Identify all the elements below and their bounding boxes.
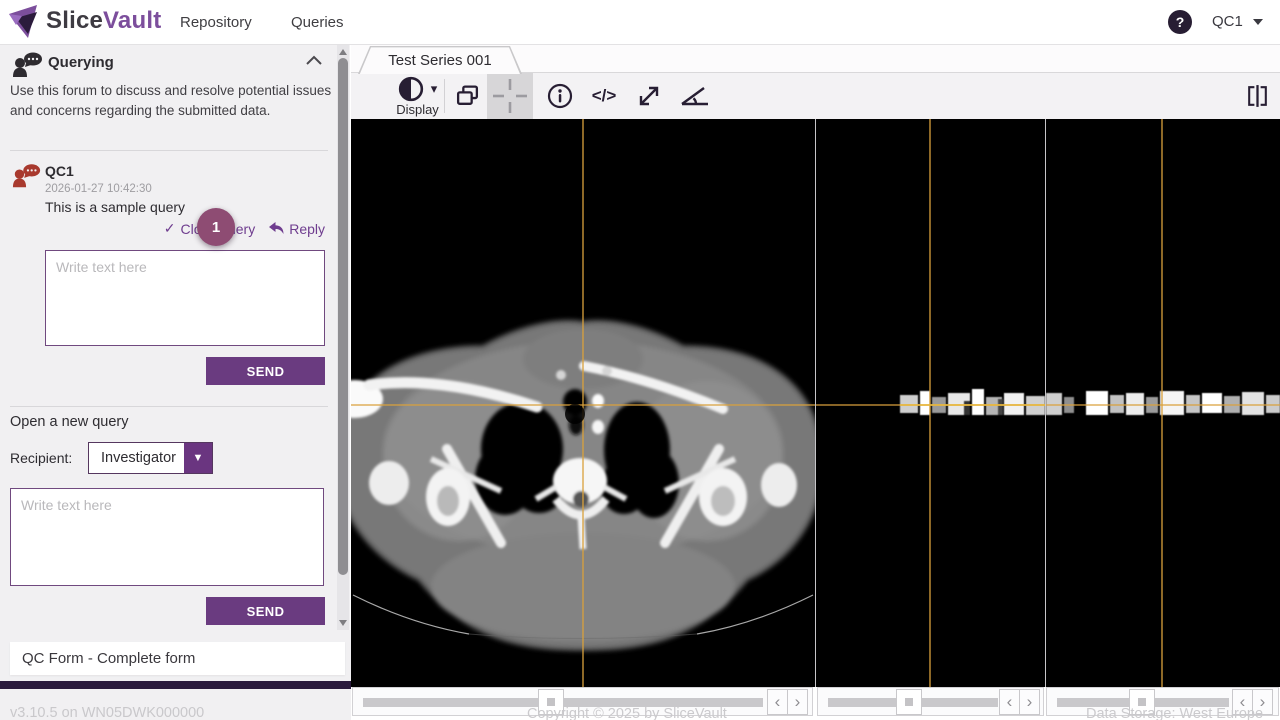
reply-link[interactable]: Reply <box>269 221 325 237</box>
help-icon[interactable]: ? <box>1168 10 1192 34</box>
code-icon: </> <box>591 86 617 105</box>
slicevault-logo-icon <box>9 5 37 38</box>
annotation-badge: 1 <box>197 208 235 246</box>
select-caret-icon: ▼ <box>184 443 212 473</box>
brand-title: SliceVault <box>46 7 161 35</box>
chevron-down-icon <box>1252 18 1263 25</box>
reply-arrow-icon <box>269 222 284 234</box>
recipient-label: Recipient: <box>10 450 73 466</box>
tab-test-series[interactable]: Test Series 001 <box>358 46 522 74</box>
angle-icon <box>681 87 708 106</box>
slider-prev-button[interactable]: ‹ <box>999 689 1020 715</box>
ct-axial-viewport[interactable] <box>351 119 815 687</box>
coronal-slice-slider: ‹ › <box>817 687 1044 716</box>
stack-layers-button[interactable] <box>448 73 487 119</box>
tab-label: Test Series 001 <box>359 47 520 74</box>
message-text: This is a sample query <box>45 199 186 215</box>
panel-divider <box>1045 119 1046 687</box>
info-button[interactable] <box>537 73 582 119</box>
info-icon <box>547 83 572 109</box>
mpr-coronal-viewport[interactable] <box>816 119 1045 687</box>
nav-repository[interactable]: Repository <box>180 14 252 31</box>
query-message-icon <box>12 164 41 188</box>
message-author: QC1 <box>45 163 74 179</box>
querying-sidebar: Querying Use this forum to discuss and r… <box>0 45 350 630</box>
brand-part1: Slice <box>46 7 104 34</box>
recipient-select[interactable]: Investigator ▼ <box>88 442 213 474</box>
display-label: Display <box>396 102 439 117</box>
code-button[interactable]: </> <box>582 73 626 119</box>
brand-part2: Vault <box>103 7 162 34</box>
new-query-heading: Open a new query <box>10 414 129 430</box>
panel-divider <box>815 119 816 687</box>
contrast-icon <box>398 76 423 102</box>
resize-button[interactable] <box>626 73 672 119</box>
reply-label: Reply <box>289 220 325 237</box>
reply-textarea[interactable] <box>45 250 325 346</box>
sidebar-scrollbar[interactable] <box>337 45 349 630</box>
split-view-button[interactable] <box>1234 73 1280 119</box>
copyright-text: Copyright © 2025 by SliceVault <box>527 706 727 720</box>
slicevault-app: SliceVault Repository Queries ? QC1 Quer… <box>0 0 1280 720</box>
toolbar-separator <box>444 79 445 113</box>
viewer-toolbar: ▾ Display </> <box>351 73 1280 119</box>
top-navbar: SliceVault Repository Queries ? QC1 <box>0 0 1280 45</box>
layers-icon <box>456 84 479 105</box>
scrollbar-thumb[interactable] <box>338 58 348 575</box>
slider-prev-button[interactable]: ‹ <box>767 689 788 715</box>
dicom-viewport-area <box>351 119 1280 687</box>
version-text: v3.10.5 on WN05DWK000000 <box>10 705 205 720</box>
data-storage-text: Data Storage: West Europe <box>1086 706 1264 720</box>
collapse-chevron-up-icon[interactable] <box>306 55 322 66</box>
caret-down-icon: ▾ <box>430 81 438 96</box>
angle-measure-button[interactable] <box>672 73 718 119</box>
slider-next-button[interactable]: › <box>1019 689 1040 715</box>
nav-queries[interactable]: Queries <box>291 14 344 31</box>
new-query-send-button[interactable]: SEND <box>206 597 325 625</box>
slider-next-button[interactable]: › <box>787 689 808 715</box>
divider <box>10 150 328 151</box>
new-query-textarea[interactable] <box>10 488 324 586</box>
message-timestamp: 2026-01-27 10:42:30 <box>45 183 152 195</box>
check-icon: ✓ <box>163 220 176 236</box>
crosshair-icon <box>493 79 527 113</box>
split-view-icon <box>1247 84 1267 107</box>
message-actions: ✓ Close query Reply <box>164 220 325 237</box>
qc-form-button[interactable]: QC Form - Complete form <box>10 642 345 675</box>
sidebar-title: Querying <box>48 54 114 71</box>
purple-divider-bar <box>0 681 351 689</box>
querying-forum-icon <box>13 52 42 77</box>
crosshair-tool-button[interactable] <box>487 73 533 119</box>
viewport-slider-row: ‹ › ‹ › ‹ › Copyright © 2025 by SliceVau… <box>351 687 1280 720</box>
expand-diagonal-icon <box>639 86 659 106</box>
reply-send-button[interactable]: SEND <box>206 357 325 385</box>
viewer-tab-row: Test Series 001 <box>351 45 1280 74</box>
recipient-value: Investigator <box>101 450 176 466</box>
sidebar-description: Use this forum to discuss and resolve po… <box>10 83 332 118</box>
divider <box>10 406 328 407</box>
sidebar-lower-area: QC Form - Complete form v3.10.5 on WN05D… <box>0 630 351 720</box>
slider-thumb[interactable] <box>896 689 922 715</box>
user-name: QC1 <box>1212 13 1243 30</box>
scroll-down-icon[interactable] <box>339 620 347 626</box>
mpr-sagittal-viewport[interactable] <box>1046 119 1280 687</box>
user-menu[interactable]: QC1 <box>1212 13 1263 30</box>
scroll-up-icon[interactable] <box>339 49 347 55</box>
